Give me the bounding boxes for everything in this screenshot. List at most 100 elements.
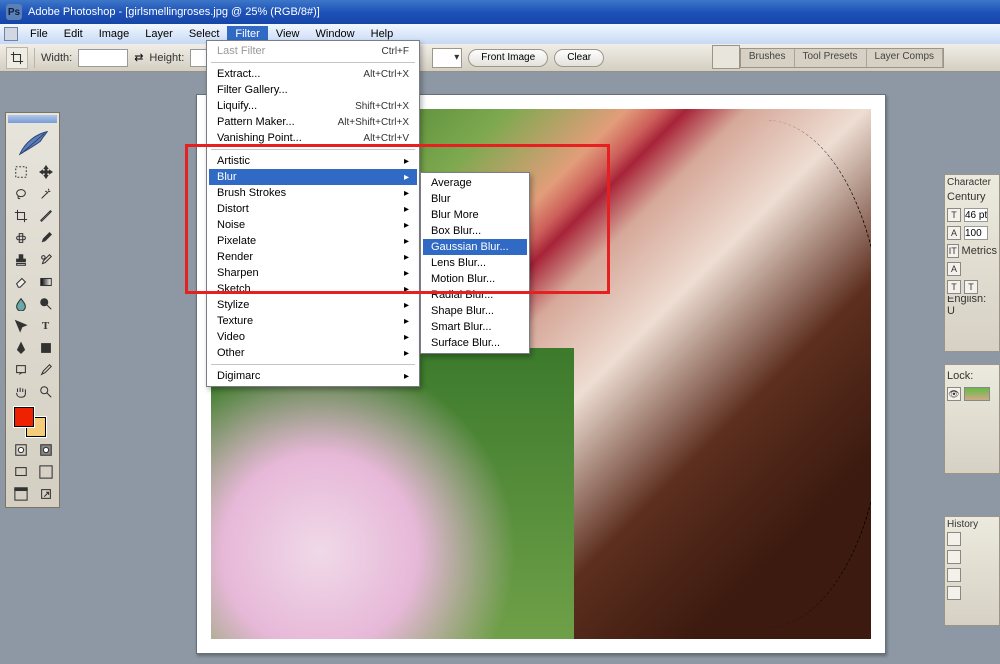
filter-video[interactable]: Video [209, 329, 417, 345]
options-dropdown[interactable] [432, 48, 462, 68]
tracking-value[interactable]: Metrics [962, 245, 997, 257]
filter-gallery[interactable]: Filter Gallery... [209, 82, 417, 98]
width-input[interactable] [78, 49, 128, 67]
blur-average[interactable]: Average [423, 175, 527, 191]
clear-button[interactable]: Clear [554, 49, 604, 67]
type-style-icon[interactable]: T [947, 280, 961, 294]
blur-shape[interactable]: Shape Blur... [423, 303, 527, 319]
filter-vanishing-point[interactable]: Vanishing Point...Alt+Ctrl+V [209, 130, 417, 146]
history-state-icon[interactable] [947, 550, 961, 564]
filter-digimarc[interactable]: Digimarc [209, 368, 417, 384]
heal-tool-icon[interactable] [8, 227, 33, 249]
width-label: Width: [41, 52, 72, 64]
foreground-color-swatch[interactable] [14, 407, 34, 427]
brush-tool-icon[interactable] [33, 227, 58, 249]
tab-layer-comps[interactable]: Layer Comps [867, 49, 943, 67]
lock-label: Lock: [947, 370, 973, 382]
blur-surface[interactable]: Surface Blur... [423, 335, 527, 351]
filter-render[interactable]: Render [209, 249, 417, 265]
history-panel-title: History [947, 519, 997, 530]
layer-thumbnail[interactable] [964, 387, 990, 401]
history-state-icon[interactable] [947, 568, 961, 582]
pen-tool-icon[interactable] [8, 337, 33, 359]
quickmask-icon[interactable] [8, 439, 33, 461]
wand-tool-icon[interactable] [33, 183, 58, 205]
photoshop-logo-icon [8, 125, 57, 161]
marquee-tool-icon[interactable] [8, 161, 33, 183]
visibility-eye-icon[interactable]: 👁 [947, 387, 961, 401]
blur-box[interactable]: Box Blur... [423, 223, 527, 239]
blur-radial[interactable]: Radial Blur... [423, 287, 527, 303]
leading-icon: A [947, 226, 961, 240]
filter-pattern-maker[interactable]: Pattern Maker...Alt+Shift+Ctrl+X [209, 114, 417, 130]
height-label: Height: [149, 52, 184, 64]
divider [34, 48, 35, 68]
font-size-input[interactable] [964, 208, 988, 222]
screenmode-std-icon[interactable] [8, 461, 33, 483]
crop-tool-icon[interactable] [8, 205, 33, 227]
tools-grid: T [8, 161, 57, 403]
filter-noise[interactable]: Noise [209, 217, 417, 233]
blur-smart[interactable]: Smart Blur... [423, 319, 527, 335]
eraser-tool-icon[interactable] [8, 271, 33, 293]
filter-blur[interactable]: Blur [209, 169, 417, 185]
filter-extract[interactable]: Extract...Alt+Ctrl+X [209, 66, 417, 82]
slice-tool-icon[interactable] [33, 205, 58, 227]
filter-artistic[interactable]: Artistic [209, 153, 417, 169]
zoom-tool-icon[interactable] [33, 381, 58, 403]
filter-pixelate[interactable]: Pixelate [209, 233, 417, 249]
baseline-icon: A [947, 262, 961, 276]
type-style2-icon[interactable]: T [964, 280, 978, 294]
hand-tool-icon[interactable] [8, 381, 33, 403]
screenmode-menu-icon[interactable] [8, 483, 33, 505]
filter-stylize[interactable]: Stylize [209, 297, 417, 313]
history-brush-icon[interactable] [33, 249, 58, 271]
quickmask-on-icon[interactable] [33, 439, 58, 461]
menu-edit[interactable]: Edit [56, 26, 91, 42]
language-field[interactable]: English: U [947, 296, 997, 314]
filter-sharpen[interactable]: Sharpen [209, 265, 417, 281]
font-size-icon: T [947, 208, 961, 222]
lasso-tool-icon[interactable] [8, 183, 33, 205]
gradient-tool-icon[interactable] [33, 271, 58, 293]
blur-blur[interactable]: Blur [423, 191, 527, 207]
blur-more[interactable]: Blur More [423, 207, 527, 223]
blur-lens[interactable]: Lens Blur... [423, 255, 527, 271]
filter-sketch[interactable]: Sketch [209, 281, 417, 297]
title-bar: Ps Adobe Photoshop - [girlsmellingroses.… [0, 0, 1000, 24]
filter-other[interactable]: Other [209, 345, 417, 361]
blur-tool-icon[interactable] [8, 293, 33, 315]
jump-imageready-icon[interactable] [33, 483, 58, 505]
front-image-button[interactable]: Front Image [468, 49, 548, 67]
leading-input[interactable] [964, 226, 988, 240]
swap-icon[interactable]: ⇄ [134, 51, 143, 64]
app-icon: Ps [6, 4, 22, 20]
shape-tool-icon[interactable] [33, 337, 58, 359]
notes-tool-icon[interactable] [8, 359, 33, 381]
filter-liquify[interactable]: Liquify...Shift+Ctrl+X [209, 98, 417, 114]
toolbox-grip[interactable] [8, 115, 57, 123]
filter-brush-strokes[interactable]: Brush Strokes [209, 185, 417, 201]
filter-texture[interactable]: Texture [209, 313, 417, 329]
history-state-icon[interactable] [947, 532, 961, 546]
blur-motion[interactable]: Motion Blur... [423, 271, 527, 287]
type-tool-icon[interactable]: T [33, 315, 58, 337]
character-panel-title: Character [947, 177, 997, 188]
menu-file[interactable]: File [22, 26, 56, 42]
crop-tool-icon[interactable] [6, 47, 28, 69]
filter-distort[interactable]: Distort [209, 201, 417, 217]
tab-tool-presets[interactable]: Tool Presets [795, 49, 867, 67]
menu-layer[interactable]: Layer [137, 26, 181, 42]
stamp-tool-icon[interactable] [8, 249, 33, 271]
dodge-tool-icon[interactable] [33, 293, 58, 315]
blur-gaussian[interactable]: Gaussian Blur... [423, 239, 527, 255]
screenmode-full-icon[interactable] [33, 461, 58, 483]
font-family-field[interactable]: Century [947, 191, 986, 203]
path-tool-icon[interactable] [8, 315, 33, 337]
eyedropper-tool-icon[interactable] [33, 359, 58, 381]
menu-image[interactable]: Image [91, 26, 138, 42]
move-tool-icon[interactable] [33, 161, 58, 183]
palette-well-icon[interactable] [712, 45, 740, 69]
history-state-icon[interactable] [947, 586, 961, 600]
tab-brushes[interactable]: Brushes [741, 49, 795, 67]
